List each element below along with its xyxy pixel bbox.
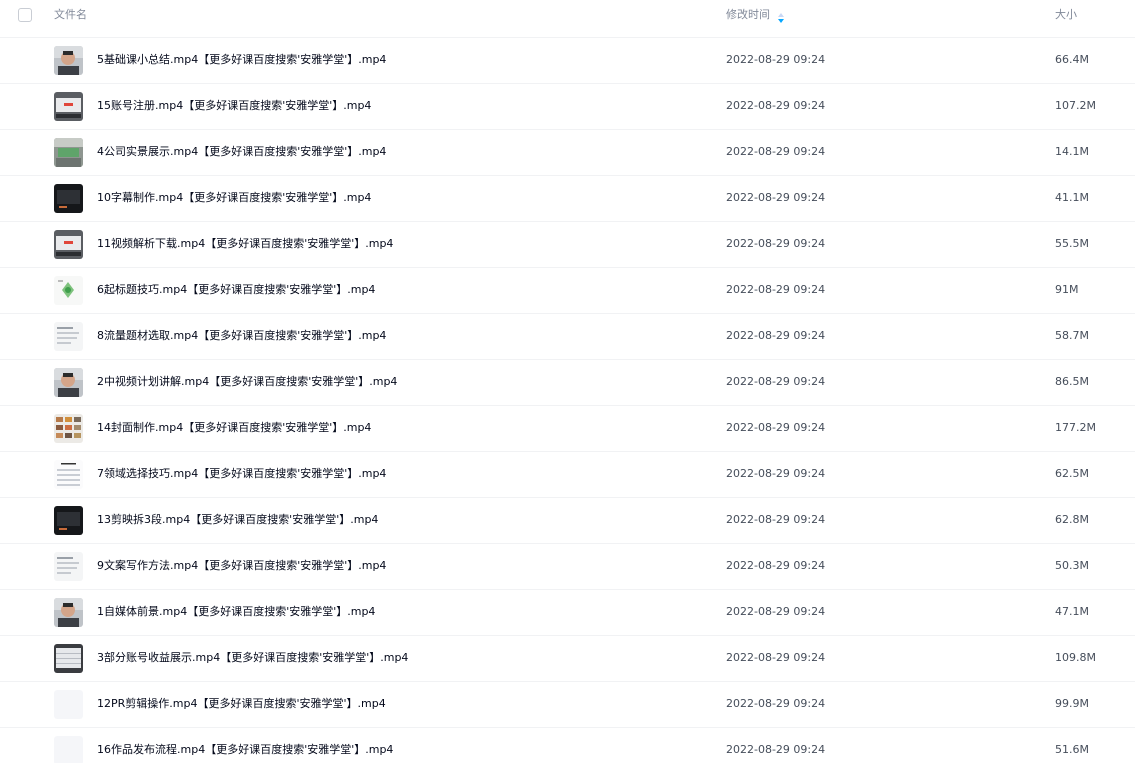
file-row[interactable]: 7领域选择技巧.mp4【更多好课百度搜索'安雅学堂'】.mp4 2022-08-2… — [0, 452, 1135, 498]
video-placeholder-icon — [54, 690, 83, 719]
file-row[interactable]: 10字幕制作.mp4【更多好课百度搜索'安雅学堂'】.mp4 2022-08-29… — [0, 176, 1135, 222]
file-row[interactable]: 3部分账号收益展示.mp4【更多好课百度搜索'安雅学堂'】.mp4 2022-08… — [0, 636, 1135, 682]
file-modified-time: 2022-08-29 09:24 — [726, 421, 826, 434]
video-thumbnail-list-icon — [54, 460, 83, 489]
file-size: 66.4M — [1055, 53, 1089, 66]
file-size: 50.3M — [1055, 559, 1089, 572]
file-name[interactable]: 4公司实景展示.mp4【更多好课百度搜索'安雅学堂'】.mp4 — [97, 144, 386, 160]
file-size: 109.8M — [1055, 651, 1096, 664]
column-header-size[interactable]: 大小 — [1055, 7, 1077, 23]
file-size: 62.8M — [1055, 513, 1089, 526]
video-thumbnail-doc-icon — [54, 552, 83, 581]
file-modified-time: 2022-08-29 09:24 — [726, 99, 826, 112]
file-row[interactable]: 8流量题材选取.mp4【更多好课百度搜索'安雅学堂'】.mp4 2022-08-2… — [0, 314, 1135, 360]
video-thumbnail-dark-icon — [54, 184, 83, 213]
file-name[interactable]: 15账号注册.mp4【更多好课百度搜索'安雅学堂'】.mp4 — [97, 98, 371, 114]
file-modified-time: 2022-08-29 09:24 — [726, 283, 826, 296]
file-size: 99.9M — [1055, 697, 1089, 710]
file-size: 91M — [1055, 283, 1079, 296]
file-modified-time: 2022-08-29 09:24 — [726, 375, 826, 388]
file-name[interactable]: 1自媒体前景.mp4【更多好课百度搜索'安雅学堂'】.mp4 — [97, 604, 375, 620]
file-modified-time: 2022-08-29 09:24 — [726, 467, 826, 480]
file-row[interactable]: 5基础课小总结.mp4【更多好课百度搜索'安雅学堂'】.mp4 2022-08-2… — [0, 38, 1135, 84]
file-row[interactable]: 4公司实景展示.mp4【更多好课百度搜索'安雅学堂'】.mp4 2022-08-2… — [0, 130, 1135, 176]
file-row[interactable]: 9文案写作方法.mp4【更多好课百度搜索'安雅学堂'】.mp4 2022-08-2… — [0, 544, 1135, 590]
file-modified-time: 2022-08-29 09:24 — [726, 513, 826, 526]
file-rows: 5基础课小总结.mp4【更多好课百度搜索'安雅学堂'】.mp4 2022-08-2… — [0, 38, 1135, 763]
file-name[interactable]: 14封面制作.mp4【更多好课百度搜索'安雅学堂'】.mp4 — [97, 420, 371, 436]
video-thumbnail-grid-icon — [54, 414, 83, 443]
file-size: 177.2M — [1055, 421, 1096, 434]
video-thumbnail-person-icon — [54, 46, 83, 75]
file-size: 47.1M — [1055, 605, 1089, 618]
file-name[interactable]: 12PR剪辑操作.mp4【更多好课百度搜索'安雅学堂'】.mp4 — [97, 696, 386, 712]
list-header: 文件名 修改时间 大小 — [0, 0, 1135, 38]
video-thumbnail-screen-icon — [54, 230, 83, 259]
video-thumbnail-office-icon — [54, 138, 83, 167]
file-row[interactable]: 1自媒体前景.mp4【更多好课百度搜索'安雅学堂'】.mp4 2022-08-29… — [0, 590, 1135, 636]
select-all-checkbox[interactable] — [18, 8, 32, 22]
file-size: 55.5M — [1055, 237, 1089, 250]
video-thumbnail-diagram-icon — [54, 276, 83, 305]
file-modified-time: 2022-08-29 09:24 — [726, 145, 826, 158]
file-name[interactable]: 10字幕制作.mp4【更多好课百度搜索'安雅学堂'】.mp4 — [97, 190, 371, 206]
file-modified-time: 2022-08-29 09:24 — [726, 53, 826, 66]
video-thumbnail-dark-icon — [54, 506, 83, 535]
file-name[interactable]: 3部分账号收益展示.mp4【更多好课百度搜索'安雅学堂'】.mp4 — [97, 650, 408, 666]
file-row[interactable]: 13剪映拆3段.mp4【更多好课百度搜索'安雅学堂'】.mp4 2022-08-2… — [0, 498, 1135, 544]
file-size: 51.6M — [1055, 743, 1089, 756]
file-row[interactable]: 12PR剪辑操作.mp4【更多好课百度搜索'安雅学堂'】.mp4 2022-08-… — [0, 682, 1135, 728]
file-name[interactable]: 5基础课小总结.mp4【更多好课百度搜索'安雅学堂'】.mp4 — [97, 52, 386, 68]
file-size: 62.5M — [1055, 467, 1089, 480]
file-name[interactable]: 16作品发布流程.mp4【更多好课百度搜索'安雅学堂'】.mp4 — [97, 742, 393, 758]
file-row[interactable]: 6起标题技巧.mp4【更多好课百度搜索'安雅学堂'】.mp4 2022-08-29… — [0, 268, 1135, 314]
video-thumbnail-screen-icon — [54, 92, 83, 121]
column-header-modified[interactable]: 修改时间 — [726, 7, 770, 23]
file-modified-time: 2022-08-29 09:24 — [726, 559, 826, 572]
file-row[interactable]: 2中视频计划讲解.mp4【更多好课百度搜索'安雅学堂'】.mp4 2022-08-… — [0, 360, 1135, 406]
file-size: 41.1M — [1055, 191, 1089, 204]
file-modified-time: 2022-08-29 09:24 — [726, 237, 826, 250]
file-name[interactable]: 7领域选择技巧.mp4【更多好课百度搜索'安雅学堂'】.mp4 — [97, 466, 386, 482]
video-placeholder-icon — [54, 736, 83, 763]
file-size: 58.7M — [1055, 329, 1089, 342]
file-row[interactable]: 11视频解析下载.mp4【更多好课百度搜索'安雅学堂'】.mp4 2022-08-… — [0, 222, 1135, 268]
sort-descending-icon[interactable] — [777, 9, 785, 23]
file-size: 86.5M — [1055, 375, 1089, 388]
file-row[interactable]: 15账号注册.mp4【更多好课百度搜索'安雅学堂'】.mp4 2022-08-29… — [0, 84, 1135, 130]
video-thumbnail-person-icon — [54, 368, 83, 397]
file-size: 107.2M — [1055, 99, 1096, 112]
file-modified-time: 2022-08-29 09:24 — [726, 605, 826, 618]
file-list: 文件名 修改时间 大小 5基础课小总结.mp4【更多好课百度搜索'安雅学堂'】.… — [0, 0, 1135, 763]
file-name[interactable]: 8流量题材选取.mp4【更多好课百度搜索'安雅学堂'】.mp4 — [97, 328, 386, 344]
video-thumbnail-table-icon — [54, 644, 83, 673]
file-modified-time: 2022-08-29 09:24 — [726, 743, 826, 756]
file-modified-time: 2022-08-29 09:24 — [726, 191, 826, 204]
file-row[interactable]: 14封面制作.mp4【更多好课百度搜索'安雅学堂'】.mp4 2022-08-29… — [0, 406, 1135, 452]
file-name[interactable]: 13剪映拆3段.mp4【更多好课百度搜索'安雅学堂'】.mp4 — [97, 512, 378, 528]
file-size: 14.1M — [1055, 145, 1089, 158]
file-modified-time: 2022-08-29 09:24 — [726, 329, 826, 342]
video-thumbnail-doc-icon — [54, 322, 83, 351]
file-name[interactable]: 6起标题技巧.mp4【更多好课百度搜索'安雅学堂'】.mp4 — [97, 282, 375, 298]
file-row[interactable]: 16作品发布流程.mp4【更多好课百度搜索'安雅学堂'】.mp4 2022-08-… — [0, 728, 1135, 763]
file-modified-time: 2022-08-29 09:24 — [726, 697, 826, 710]
file-name[interactable]: 9文案写作方法.mp4【更多好课百度搜索'安雅学堂'】.mp4 — [97, 558, 386, 574]
file-name[interactable]: 11视频解析下载.mp4【更多好课百度搜索'安雅学堂'】.mp4 — [97, 236, 393, 252]
file-modified-time: 2022-08-29 09:24 — [726, 651, 826, 664]
video-thumbnail-person-icon — [54, 598, 83, 627]
file-name[interactable]: 2中视频计划讲解.mp4【更多好课百度搜索'安雅学堂'】.mp4 — [97, 374, 397, 390]
column-header-name[interactable]: 文件名 — [54, 7, 87, 23]
